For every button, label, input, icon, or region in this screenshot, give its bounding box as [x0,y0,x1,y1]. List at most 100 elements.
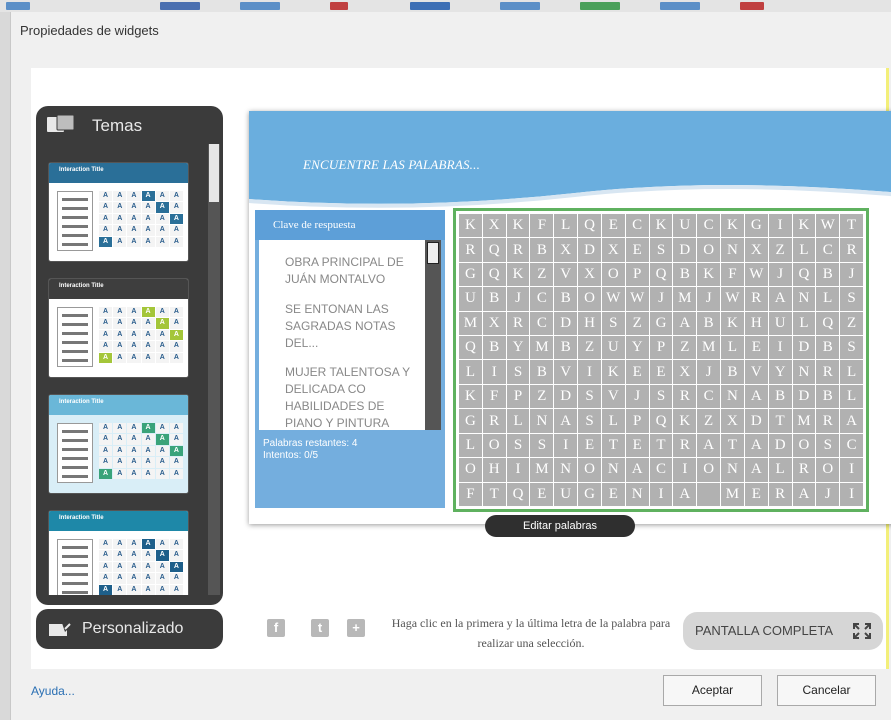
grid-cell[interactable]: R [840,238,863,262]
grid-cell[interactable]: Q [482,238,506,262]
grid-cell[interactable]: N [721,458,744,482]
grid-cell[interactable]: B [673,262,697,287]
grid-cell[interactable]: L [554,214,578,238]
grid-cell[interactable]: K [649,214,673,238]
grid-cell[interactable]: X [601,238,625,262]
grid-cell[interactable]: L [816,287,840,311]
grid-cell[interactable]: K [506,262,530,287]
grid-cell[interactable]: M [530,458,554,482]
grid-cell[interactable]: O [816,458,840,482]
grid-cell[interactable]: R [673,384,697,409]
grid-cell[interactable]: A [744,433,768,458]
grid-cell[interactable]: N [554,458,578,482]
grid-cell[interactable]: G [459,409,482,433]
grid-cell[interactable]: Y [506,336,530,360]
theme-card-2[interactable]: Interaction Title AAAAAAAAAAAAAAAAAAAAAA… [48,278,189,378]
grid-cell[interactable]: I [673,458,697,482]
grid-cell[interactable]: N [721,238,744,262]
grid-cell[interactable]: U [459,287,482,311]
grid-cell[interactable]: S [840,336,863,360]
grid-cell[interactable]: R [506,311,530,336]
grid-cell[interactable]: Q [816,311,840,336]
grid-cell[interactable]: O [697,458,721,482]
grid-cell[interactable]: Z [530,384,554,409]
grid-cell[interactable]: A [673,311,697,336]
grid-cell[interactable]: V [601,384,625,409]
theme-card-4[interactable]: Interaction Title AAAAAAAAAAAAAAAAAAAAAA… [48,510,189,595]
grid-cell[interactable]: B [768,384,792,409]
clue-list-scrollbar-thumb[interactable] [427,242,439,264]
edit-words-button[interactable]: Editar palabras [485,515,635,537]
grid-cell[interactable]: N [625,482,649,506]
grid-cell[interactable]: Z [840,311,863,336]
grid-cell[interactable]: O [578,458,601,482]
grid-cell[interactable]: U [768,311,792,336]
grid-cell[interactable]: K [673,409,697,433]
grid-cell[interactable]: X [482,214,506,238]
grid-cell[interactable]: Z [578,336,601,360]
grid-cell[interactable]: B [721,360,744,384]
grid-cell[interactable]: N [721,384,744,409]
grid-cell[interactable]: A [697,433,721,458]
grid-cell[interactable]: E [625,238,649,262]
grid-cell[interactable]: K [506,214,530,238]
clue-list-scrollbar[interactable] [425,240,441,430]
grid-cell[interactable]: Q [792,262,816,287]
grid-cell[interactable]: N [601,458,625,482]
grid-cell[interactable]: T [482,482,506,506]
grid-cell[interactable]: I [840,458,863,482]
grid-cell[interactable]: P [649,336,673,360]
grid-cell[interactable]: O [792,433,816,458]
grid-cell[interactable]: W [816,214,840,238]
grid-cell[interactable]: R [816,409,840,433]
grid-cell[interactable]: R [744,287,768,311]
grid-cell[interactable]: L [768,458,792,482]
grid-cell[interactable]: T [649,433,673,458]
grid-cell[interactable]: J [697,287,721,311]
grid-cell[interactable]: G [744,214,768,238]
grid-cell[interactable]: N [530,409,554,433]
grid-cell[interactable]: R [482,409,506,433]
grid-cell[interactable]: J [649,287,673,311]
grid-cell[interactable]: B [482,287,506,311]
grid-cell[interactable]: O [578,287,601,311]
grid-cell[interactable]: A [792,482,816,506]
grid-cell[interactable]: T [768,409,792,433]
grid-cell[interactable]: J [816,482,840,506]
grid-cell[interactable]: Z [697,409,721,433]
grid-cell[interactable] [697,482,721,506]
grid-cell[interactable]: Q [459,336,482,360]
grid-cell[interactable]: L [459,433,482,458]
grid-cell[interactable]: S [530,433,554,458]
grid-cell[interactable]: S [649,384,673,409]
grid-cell[interactable]: A [768,287,792,311]
grid-cell[interactable]: D [673,238,697,262]
grid-cell[interactable]: A [625,458,649,482]
grid-cell[interactable]: B [816,336,840,360]
grid-cell[interactable]: I [506,458,530,482]
grid-cell[interactable]: I [768,336,792,360]
grid-cell[interactable]: Z [625,311,649,336]
grid-cell[interactable]: C [530,311,554,336]
grid-cell[interactable]: O [601,262,625,287]
grid-cell[interactable]: L [792,238,816,262]
grid-cell[interactable]: V [744,360,768,384]
grid-cell[interactable]: X [744,238,768,262]
grid-cell[interactable]: F [721,262,744,287]
grid-cell[interactable]: A [744,384,768,409]
grid-cell[interactable]: Z [673,336,697,360]
grid-cell[interactable]: E [744,336,768,360]
grid-cell[interactable]: Y [768,360,792,384]
grid-cell[interactable]: I [578,360,601,384]
grid-cell[interactable]: E [649,360,673,384]
grid-cell[interactable]: S [506,360,530,384]
grid-cell[interactable]: U [673,214,697,238]
grid-cell[interactable]: J [506,287,530,311]
grid-cell[interactable]: O [697,238,721,262]
grid-cell[interactable]: S [578,409,601,433]
grid-cell[interactable]: D [744,409,768,433]
grid-cell[interactable]: C [625,214,649,238]
grid-cell[interactable]: P [506,384,530,409]
themes-scrollbar[interactable] [208,144,220,595]
grid-cell[interactable]: R [768,482,792,506]
